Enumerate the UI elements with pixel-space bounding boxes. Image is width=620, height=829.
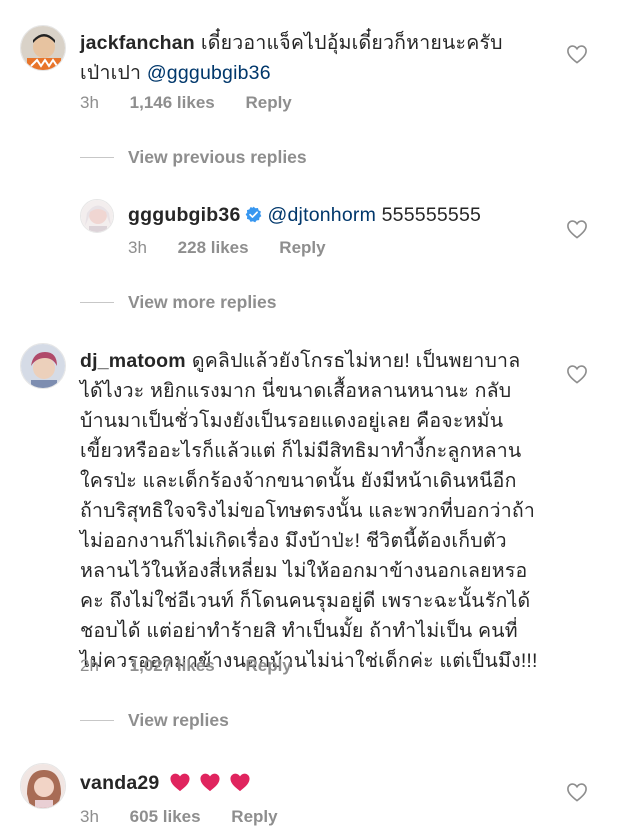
comment-text-line: ไม่ออกงานก็ไม่เกิดเรื่อง มึงบ้าป่ะ! ชีวิ…	[80, 530, 507, 552]
comment-text: 555555555	[381, 204, 482, 226]
heart-outline-icon[interactable]	[566, 782, 588, 802]
comment-text-line: คะ ถึงไม่ใช่อีเวนท์ ก็โดนคนรุมอยู่ดี เพร…	[80, 590, 531, 612]
username[interactable]: vanda29	[80, 772, 159, 794]
comment-text-line: เขี้ยวหรืออะไรก็แล้วแต่ ก็ไม่มีสิทธิมาทำ…	[80, 440, 522, 462]
mention-link[interactable]: @djtonhorm	[268, 204, 377, 226]
likes-count[interactable]: 1,146 likes	[130, 93, 215, 113]
comment-text-line: บ้านมาเป็นชั่วโมงยังเป็นรอยแดงอยู่เลย คื…	[80, 410, 504, 432]
avatar-vanda29[interactable]	[20, 763, 66, 809]
verified-badge-icon	[245, 206, 261, 223]
likes-count[interactable]: 605 likes	[130, 807, 201, 827]
comment-body: jackfanchan เดี๋ยวอาแจ็คไปอุ้มเดี๋ยวก็หาย…	[80, 28, 540, 88]
reply-button[interactable]: Reply	[245, 93, 291, 113]
divider-line	[80, 156, 114, 158]
comment-meta: 2h 1,027 likes Reply	[80, 656, 292, 676]
red-heart-emoji-icon	[200, 773, 220, 792]
view-more-replies-label[interactable]: View more replies	[128, 292, 277, 313]
reply-button[interactable]: Reply	[231, 807, 277, 827]
divider-line	[80, 301, 114, 303]
reply-button[interactable]: Reply	[245, 656, 291, 676]
view-previous-replies-label[interactable]: View previous replies	[128, 147, 307, 168]
heart-outline-icon[interactable]	[566, 219, 588, 239]
red-heart-emoji-icon	[230, 773, 250, 792]
view-more-replies[interactable]: View more replies	[80, 290, 277, 314]
reply-button[interactable]: Reply	[279, 238, 325, 258]
comment-text-line: หลานไว้ในห้องสี่เหลี่ยม ไม่ให้ออกมาข้างน…	[80, 560, 528, 582]
avatar-jackfanchan[interactable]	[20, 25, 66, 71]
comment-meta: 3h 1,146 likes Reply	[80, 93, 292, 113]
heart-outline-icon[interactable]	[566, 364, 588, 384]
comment-text-line1: เดี๋ยวอาแจ็คไปอุ้มเดี๋ยวก็หายนะครับ	[200, 32, 503, 54]
likes-count[interactable]: 228 likes	[178, 238, 249, 258]
timestamp: 3h	[128, 238, 147, 257]
username[interactable]: gggubgib36	[128, 204, 241, 226]
comment-meta: 3h 228 likes Reply	[128, 238, 326, 258]
username[interactable]: jackfanchan	[80, 32, 195, 54]
comment-text-line: ได้ไงวะ หยิกแรงมาก นี่ขนาดเสื้อหลานหนานะ…	[80, 380, 512, 402]
heart-outline-icon[interactable]	[566, 44, 588, 64]
timestamp: 2h	[80, 656, 99, 675]
username[interactable]: dj_matoom	[80, 350, 186, 372]
view-replies[interactable]: View replies	[80, 708, 229, 732]
comment-meta: 3h 605 likes Reply	[80, 807, 278, 827]
timestamp: 3h	[80, 93, 99, 112]
comment-text-line: ใครป่ะ และเด็กร้องจ้ากขนาดนั้น ยังมีหน้า…	[80, 470, 517, 492]
red-heart-emoji-icon	[170, 773, 190, 792]
likes-count[interactable]: 1,027 likes	[130, 656, 215, 676]
view-replies-label[interactable]: View replies	[128, 710, 229, 731]
avatar-gggubgib36[interactable]	[80, 199, 114, 233]
comment-body: dj_matoom ดูคลิปแล้วยังโกรธไม่หาย! เป็นพย…	[80, 346, 580, 676]
avatar-dj-matoom[interactable]	[20, 343, 66, 389]
view-previous-replies[interactable]: View previous replies	[80, 145, 307, 169]
divider-line	[80, 719, 114, 721]
comment-body: vanda29	[80, 768, 540, 798]
mention-link[interactable]: @gggubgib36	[147, 62, 271, 84]
timestamp: 3h	[80, 807, 99, 826]
comment-text-line: ชอบได้ แต่อย่าทำร้ายสิ ทำเป็นมั้ย ถ้าทำไ…	[80, 620, 518, 642]
comment-text-line2: เป่าเปา	[80, 62, 147, 84]
comment-text-line: ถ้าบริสุทธิใจจริงไม่ขอโทษตรงนั้น และพวกท…	[80, 500, 536, 522]
comment-body: gggubgib36 @djtonhorm 555555555	[128, 200, 548, 230]
comment-text-line: ดูคลิปแล้วยังโกรธไม่หาย! เป็นพยาบาล	[191, 350, 521, 372]
